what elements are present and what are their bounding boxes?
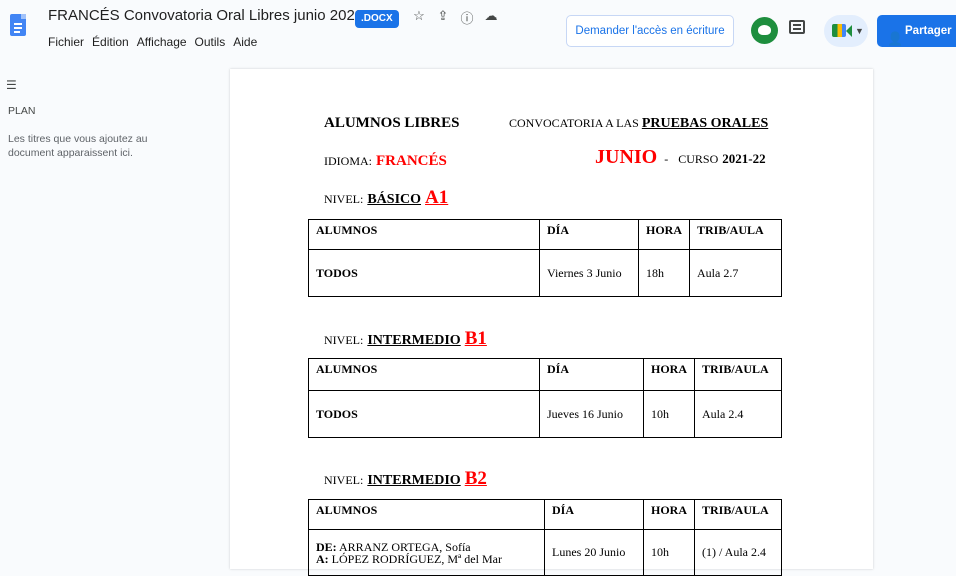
- level-a1-title: NIVEL: BÁSICO A1: [324, 187, 449, 208]
- col-hora-header: HORA: [643, 499, 695, 530]
- menu-edition[interactable]: Édition: [92, 35, 129, 49]
- schedule-table-a1: ALUMNOS DÍA HORA TRIB/AULA TODOS Viernes…: [308, 219, 782, 297]
- star-icon[interactable]: ☆: [412, 8, 426, 27]
- chevron-down-icon: ▼: [855, 26, 864, 36]
- table-row: DE: ARRANZ ORTEGA, Sofía A: LÓPEZ RODRÍG…: [308, 529, 782, 576]
- menu-outils[interactable]: Outils: [195, 35, 226, 49]
- col-aula-header: TRIB/AULA: [694, 358, 782, 391]
- meet-camera-icon: [832, 24, 846, 37]
- col-hora-header: HORA: [638, 219, 690, 250]
- table-row: TODOS Viernes 3 Junio 18h Aula 2.7: [308, 249, 782, 297]
- schedule-table-b2: ALUMNOS DÍA HORA TRIB/AULA DE: ARRANZ OR…: [308, 499, 782, 576]
- col-dia-header: DÍA: [539, 219, 639, 250]
- col-alumnos-header: ALUMNOS: [308, 499, 545, 530]
- alumnos-cell: DE: ARRANZ ORTEGA, Sofía A: LÓPEZ RODRÍG…: [308, 529, 545, 576]
- hora-cell: 10h: [643, 390, 695, 438]
- app-header: FRANCÉS Convovatoria Oral Libres junio 2…: [0, 0, 956, 60]
- col-aula-header: TRIB/AULA: [694, 499, 782, 530]
- dia-cell: Lunes 20 Junio: [544, 529, 644, 576]
- col-dia-header: DÍA: [539, 358, 644, 391]
- aula-cell: (1) / Aula 2.4: [694, 529, 782, 576]
- col-hora-header: HORA: [643, 358, 695, 391]
- idioma-line: IDIOMA: FRANCÉS: [324, 153, 447, 169]
- outline-title: PLAN: [8, 105, 36, 117]
- cloud-status-icon[interactable]: ☁: [484, 8, 498, 27]
- level-b1-title: NIVEL: INTERMEDIO B1: [324, 328, 487, 349]
- heading-alumnos-libres: ALUMNOS LIBRES: [324, 115, 460, 131]
- document-page[interactable]: ALUMNOS LIBRES CONVOCATORIA A LAS PRUEBA…: [230, 69, 873, 576]
- share-label: Partager: [905, 25, 952, 37]
- hora-cell: 18h: [638, 249, 690, 297]
- dia-cell: Viernes 3 Junio: [539, 249, 639, 297]
- schedule-table-b1: ALUMNOS DÍA HORA TRIB/AULA TODOS Jueves …: [308, 358, 782, 438]
- col-dia-header: DÍA: [544, 499, 644, 530]
- docs-logo-icon[interactable]: [10, 14, 26, 36]
- col-alumnos-header: ALUMNOS: [308, 219, 540, 250]
- hora-cell: 10h: [643, 529, 695, 576]
- docx-badge: .DOCX: [355, 10, 399, 28]
- dia-cell: Jueves 16 Junio: [539, 390, 644, 438]
- col-aula-header: TRIB/AULA: [689, 219, 782, 250]
- move-icon[interactable]: ⇪: [436, 8, 450, 27]
- request-edit-access-button[interactable]: Demander l'accès en écriture: [566, 15, 734, 47]
- aula-cell: Aula 2.7: [689, 249, 782, 297]
- alumnos-cell: TODOS: [308, 249, 540, 297]
- col-alumnos-header: ALUMNOS: [308, 358, 540, 391]
- comments-icon[interactable]: [789, 20, 805, 34]
- menu-affichage[interactable]: Affichage: [137, 35, 187, 49]
- outline-hint: Les titres que vous ajoutez au document …: [8, 133, 148, 159]
- avatar[interactable]: [751, 17, 778, 44]
- meet-button[interactable]: ▼: [824, 15, 868, 47]
- table-row: TODOS Jueves 16 Junio 10h Aula 2.4: [308, 390, 782, 438]
- info-icon[interactable]: ⓘ: [460, 8, 474, 27]
- level-b2-title: NIVEL: INTERMEDIO B2: [324, 468, 487, 489]
- junio-curso-line: JUNIO - CURSO 2021-22: [595, 146, 766, 168]
- alumnos-cell: TODOS: [308, 390, 540, 438]
- outline-icon[interactable]: ☰: [6, 78, 17, 92]
- menu-bar: Fichier Édition Affichage Outils Aide: [48, 35, 257, 49]
- menu-aide[interactable]: Aide: [233, 35, 257, 49]
- lock-person-icon: 👤: [887, 31, 904, 46]
- aula-cell: Aula 2.4: [694, 390, 782, 438]
- document-title[interactable]: FRANCÉS Convovatoria Oral Libres junio 2…: [48, 7, 363, 24]
- heading-convocatoria: CONVOCATORIA A LAS PRUEBAS ORALES: [509, 116, 769, 131]
- menu-fichier[interactable]: Fichier: [48, 35, 84, 49]
- share-button[interactable]: 👤 Partager: [877, 15, 956, 47]
